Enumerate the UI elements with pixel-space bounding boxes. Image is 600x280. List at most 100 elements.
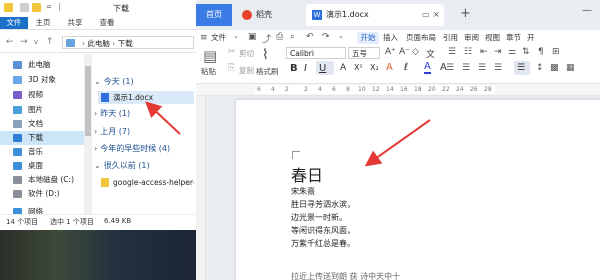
- nav-item-3d-objects[interactable]: 3D 对象: [0, 73, 84, 87]
- highlight-icon[interactable]: ℓ: [404, 62, 408, 73]
- paste-icon[interactable]: ▤: [203, 47, 217, 65]
- tab-document[interactable]: W 演示1.docx ▭ ×: [306, 4, 444, 26]
- group-yesterday[interactable]: › 昨天 (1): [94, 108, 130, 119]
- decrease-indent-icon[interactable]: ⇤: [480, 47, 488, 57]
- trailing-text[interactable]: 拉近上传送到朗 获 诗中天中十: [291, 271, 400, 280]
- paste-button[interactable]: 粘贴: [201, 66, 216, 77]
- back-arrow-icon[interactable]: ←: [6, 37, 14, 47]
- sort-icon[interactable]: ⇅: [522, 47, 530, 57]
- file-row-folder[interactable]: google-access-helper-2: [98, 176, 194, 189]
- chevron-down-icon[interactable]: ⌄: [338, 32, 344, 40]
- nav-item-documents[interactable]: 文档: [0, 117, 84, 131]
- clear-format-icon[interactable]: ◇: [412, 47, 419, 57]
- redo-icon[interactable]: ↷: [322, 32, 330, 42]
- font-family-select[interactable]: Calibri: [286, 47, 346, 59]
- poem-author[interactable]: 宋朱熹: [291, 186, 315, 197]
- ribbon-tab-file[interactable]: 文件: [0, 17, 28, 29]
- increase-indent-icon[interactable]: ⇥: [494, 47, 502, 57]
- undo-icon[interactable]: ↶: [306, 32, 314, 42]
- grow-font-icon[interactable]: A⁺: [385, 47, 396, 57]
- align-right-icon[interactable]: ☰: [478, 63, 486, 73]
- paragraph-mark-icon[interactable]: ⊞: [552, 47, 560, 57]
- italic-icon[interactable]: I: [304, 63, 307, 74]
- export-icon[interactable]: ⤴: [262, 32, 271, 45]
- bullets-icon[interactable]: ☰: [448, 47, 456, 57]
- tab-display-icon[interactable]: ▭: [422, 4, 430, 26]
- chinese-layout-icon[interactable]: ⚌: [508, 47, 516, 57]
- menu-insert[interactable]: 插入: [383, 32, 398, 44]
- nav-item-software-d[interactable]: 软件 (D:): [0, 187, 84, 201]
- breadcrumb-downloads[interactable]: 下载: [118, 39, 133, 48]
- copy-button[interactable]: 复制: [239, 65, 254, 76]
- quick-access-properties-icon[interactable]: [20, 3, 29, 12]
- print-icon[interactable]: ⎙: [276, 32, 283, 42]
- up-arrow-icon[interactable]: ↑: [46, 37, 54, 47]
- align-center-icon[interactable]: ☰: [462, 63, 470, 73]
- justify-icon[interactable]: ☰: [494, 63, 502, 73]
- text-effect-icon[interactable]: A: [386, 62, 393, 73]
- font-size-select[interactable]: 五号: [348, 47, 380, 59]
- format-painter-icon[interactable]: ⌇: [262, 47, 269, 63]
- minimize-icon[interactable]: —: [582, 5, 592, 16]
- align-left-icon[interactable]: ☰: [446, 63, 454, 73]
- chevron-down-icon[interactable]: ⌄: [233, 32, 239, 40]
- ribbon-tab-view[interactable]: 查看: [96, 17, 118, 29]
- phonetic-icon[interactable]: 文: [426, 47, 435, 60]
- cut-icon[interactable]: ✂: [228, 47, 236, 57]
- format-painter-button[interactable]: 格式刷: [256, 66, 279, 77]
- poem-line[interactable]: 等闲识得东风面，: [291, 225, 355, 236]
- cut-button[interactable]: 剪切: [239, 48, 254, 59]
- tab-docer[interactable]: 稻壳: [236, 4, 300, 26]
- nav-item-this-pc[interactable]: 此电脑: [0, 58, 84, 72]
- bold-icon[interactable]: B: [290, 63, 298, 74]
- preview-icon[interactable]: ⌕: [290, 32, 295, 42]
- breadcrumb-this-pc[interactable]: 此电脑: [87, 39, 110, 48]
- poem-line[interactable]: 万紫千红总是春。: [291, 238, 355, 249]
- ribbon-tab-share[interactable]: 共享: [64, 17, 86, 29]
- vertical-ruler[interactable]: [196, 96, 206, 280]
- group-earlier-this-year[interactable]: › 今年的早些时候 (4): [94, 143, 170, 154]
- nav-item-videos[interactable]: 视频: [0, 88, 84, 102]
- nav-item-downloads[interactable]: 下载: [0, 131, 84, 145]
- strikethrough-icon[interactable]: A: [340, 63, 346, 73]
- shrink-font-icon[interactable]: A⁻: [399, 47, 410, 57]
- copy-icon[interactable]: ⎘: [228, 63, 235, 73]
- hamburger-icon[interactable]: ≡: [200, 33, 208, 43]
- shading-icon[interactable]: ▩: [550, 63, 559, 73]
- menu-review[interactable]: 审阅: [464, 32, 479, 44]
- nav-item-local-disk-c[interactable]: 本地磁盘 (C:): [0, 173, 84, 187]
- group-today[interactable]: ⌄ 今天 (1): [94, 76, 134, 87]
- subscript-icon[interactable]: X₂: [370, 63, 379, 72]
- menu-file[interactable]: 文件: [211, 32, 226, 44]
- tab-close-icon[interactable]: ×: [433, 4, 440, 26]
- menu-section[interactable]: 章节: [506, 32, 521, 44]
- nav-scrollbar-thumb[interactable]: [85, 66, 91, 136]
- menu-page-layout[interactable]: 页面布局: [406, 32, 436, 44]
- nav-item-desktop[interactable]: 桌面: [0, 159, 84, 173]
- line-spacing-icon[interactable]: ↕: [536, 63, 544, 73]
- border-icon[interactable]: ▦: [566, 63, 575, 73]
- superscript-icon[interactable]: X²: [354, 63, 363, 72]
- breadcrumb[interactable]: › 此电脑 › 下载: [82, 38, 133, 49]
- new-tab-icon[interactable]: +: [460, 6, 471, 21]
- poem-line[interactable]: 边光景一时新。: [291, 212, 347, 223]
- nav-item-music[interactable]: 音乐: [0, 145, 84, 159]
- numbering-icon[interactable]: ☷: [464, 47, 472, 57]
- menu-references[interactable]: 引用: [443, 32, 458, 44]
- menu-view[interactable]: 视图: [485, 32, 500, 44]
- tab-home[interactable]: 首页: [196, 4, 232, 26]
- new-folder-icon[interactable]: [32, 3, 41, 12]
- ribbon-tab-home[interactable]: 主页: [32, 17, 54, 29]
- menu-start[interactable]: 开始: [357, 32, 379, 44]
- recent-locations-icon[interactable]: v: [34, 38, 38, 46]
- nav-item-pictures[interactable]: 图片: [0, 103, 84, 117]
- group-last-month[interactable]: › 上月 (7): [94, 126, 130, 137]
- quick-access-dropdown-icon[interactable]: =: [46, 3, 52, 11]
- file-row-docx[interactable]: 演示1.docx: [98, 91, 194, 104]
- font-color-icon[interactable]: A: [424, 62, 431, 74]
- forward-arrow-icon[interactable]: →: [20, 37, 28, 47]
- show-marks-icon[interactable]: ¶: [538, 47, 544, 57]
- document-title[interactable]: 春日: [291, 162, 323, 186]
- menu-dev[interactable]: 开: [527, 32, 535, 44]
- poem-line[interactable]: 胜日寻芳泗水滨，: [291, 199, 355, 210]
